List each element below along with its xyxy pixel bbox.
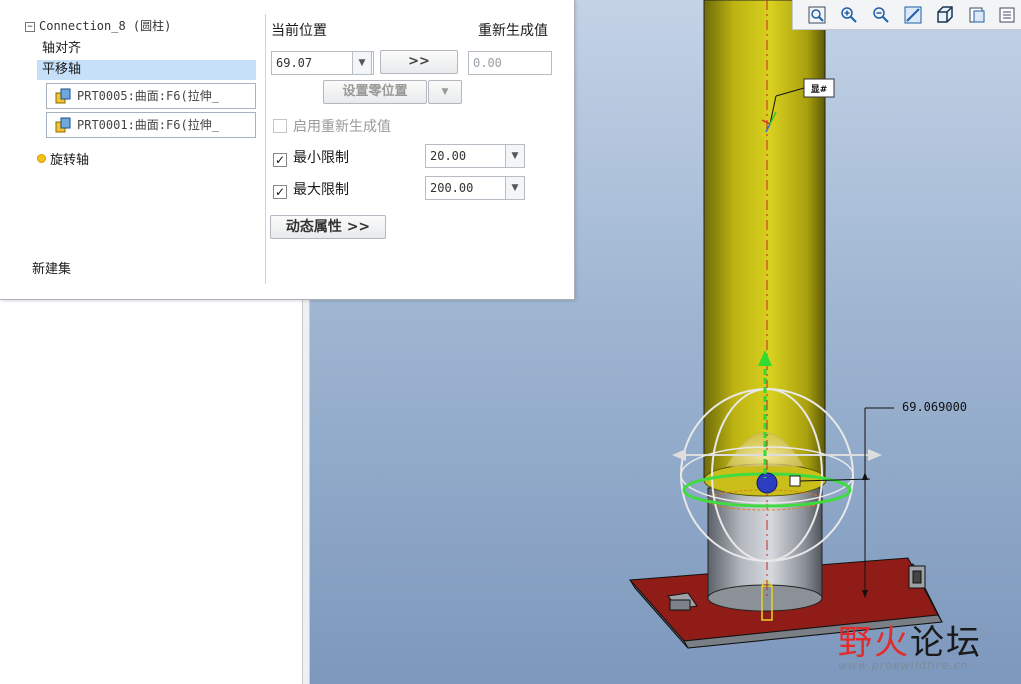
enable-regen-checkbox[interactable]: 启用重新生成值 [273,116,391,136]
lower-cylinder[interactable] [707,487,823,621]
reference-surface-1[interactable]: PRT0005:曲面:F6(拉伸_ [46,83,256,109]
max-limit-label: 最大限制 [293,182,349,198]
set-zero-dropdown[interactable]: ▼ [428,80,462,104]
max-limit-dropdown[interactable]: ▼ [505,176,525,200]
chevron-down-icon: ▼ [441,87,449,97]
checkbox-unchecked-icon[interactable] [273,119,287,133]
min-limit-dropdown[interactable]: ▼ [505,144,525,168]
regen-value-input[interactable]: 0.00 [468,51,552,75]
set-zero-position-button[interactable]: 设置零位置 [323,80,427,104]
zoom-out-icon[interactable] [869,3,893,27]
reference-2-label: PRT0001:曲面:F6(拉伸_ [77,118,219,132]
part-surface-icon [55,88,71,104]
saved-views-icon[interactable] [965,3,989,27]
zoom-fit-icon[interactable] [805,3,829,27]
chevron-down-icon: ▼ [511,183,519,193]
checkbox-checked-icon[interactable]: ✓ [273,153,287,167]
new-set-link[interactable]: 新建集 [32,258,71,277]
view-orient-icon[interactable] [933,3,957,27]
position-dimension-value[interactable]: 69.069000 [902,400,967,414]
max-limit-checkbox[interactable]: ✓ 最大限制 [273,179,349,199]
tree-item-axis-align[interactable]: 轴对齐 [42,37,81,56]
watermark-url: www.proewildfire.cn [838,659,969,672]
current-position-dropdown[interactable]: ▼ [352,51,372,75]
upper-cylinder[interactable] [703,0,827,497]
zoom-in-icon[interactable] [837,3,861,27]
collapse-icon[interactable]: − [25,21,35,32]
site-watermark: 野火论坛 www.proewildfire.cn [838,615,982,672]
dynamic-properties-button[interactable]: 动态属性 >> [270,215,386,239]
display-style-icon[interactable] [995,3,1019,27]
svg-text:显#: 显# [811,84,828,95]
watermark-text-black: 论坛 [910,623,982,663]
reference-1-label: PRT0005:曲面:F6(拉伸_ [77,89,219,103]
min-limit-checkbox[interactable]: ✓ 最小限制 [273,147,349,167]
copy-to-regen-button[interactable]: >> [380,50,458,74]
tree-connection-root[interactable]: − Connection_8 (圆柱) [25,17,171,34]
min-limit-label: 最小限制 [293,150,349,166]
checkbox-checked-icon[interactable]: ✓ [273,185,287,199]
part-surface-icon [55,117,71,133]
dialog-divider [265,14,266,284]
reference-surface-2[interactable]: PRT0001:曲面:F6(拉伸_ [46,112,256,138]
rotate-axis-label: 旋转轴 [50,153,90,168]
chevron-down-icon: ▼ [511,151,519,161]
view-toolbar [792,0,1021,30]
current-position-label: 当前位置 [271,23,327,39]
connection-tree: − Connection_8 (圆柱) 轴对齐 平移轴 PRT0005:曲面:F6… [0,0,265,290]
connection-label: Connection_8 (圆柱) [39,19,172,33]
repaint-icon[interactable] [901,3,925,27]
status-dot-icon [37,154,46,163]
chevron-down-icon: ▼ [358,58,366,68]
mechanism-drag-dialog: − Connection_8 (圆柱) 轴对齐 平移轴 PRT0005:曲面:F6… [0,0,575,300]
tree-item-rotate-axis[interactable]: 旋转轴 [37,149,89,168]
tree-item-translate-axis[interactable]: 平移轴 [37,60,256,80]
enable-regen-label: 启用重新生成值 [293,119,391,135]
dimension-drag-handle[interactable] [789,475,801,487]
base-block-right [908,565,926,589]
watermark-text-red: 野火 [838,623,910,663]
regen-value-label: 重新生成值 [478,23,548,39]
